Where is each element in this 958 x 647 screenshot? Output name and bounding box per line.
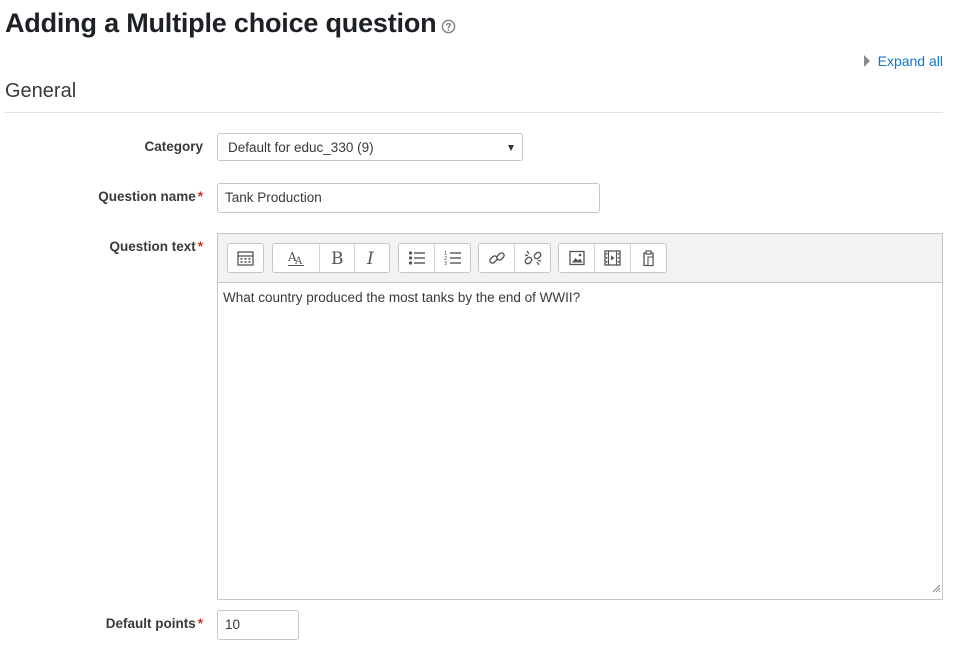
default-points-input[interactable]: 10 [217, 610, 299, 640]
category-label: Category [3, 139, 203, 154]
category-select-value: Default for educ_330 (9) [228, 140, 374, 155]
italic-icon[interactable]: I [355, 244, 389, 272]
caret-right-icon [863, 55, 870, 67]
default-points-label: Default points * [3, 616, 203, 631]
font-style-icon[interactable]: A A [273, 244, 320, 272]
default-points-value: 10 [225, 617, 241, 632]
page-title: Adding a Multiple choice question [5, 6, 456, 41]
page-title-text: Adding a Multiple choice question [5, 8, 437, 38]
question-text-label: Question text * [3, 239, 203, 254]
toolbar-group-toggle [227, 243, 264, 273]
question-name-value: Tank Production [225, 190, 322, 205]
bold-icon[interactable]: B [320, 244, 355, 272]
question-circle-icon[interactable] [441, 10, 456, 41]
question-text-content[interactable]: What country produced the most tanks by … [223, 290, 580, 305]
required-icon: * [197, 239, 203, 254]
question-edit-page: Adding a Multiple choice question Expand… [0, 0, 958, 647]
unordered-list-icon[interactable] [399, 244, 435, 272]
category-label-text: Category [144, 139, 203, 154]
toolbar-group-lists: 1 2 3 [398, 243, 471, 273]
image-icon[interactable] [559, 244, 595, 272]
toolbar-group-links [478, 243, 551, 273]
resize-handle-icon[interactable] [932, 580, 941, 598]
default-points-label-text: Default points [105, 616, 196, 631]
question-text-label-text: Question text [109, 239, 196, 254]
required-icon: * [197, 616, 203, 631]
toolbar-group-media [558, 243, 667, 273]
question-text-editor[interactable]: A A B I 1 2 3 What country produced the … [217, 233, 943, 600]
svg-text:B: B [331, 249, 344, 267]
link-icon[interactable] [479, 244, 515, 272]
question-name-label-text: Question name [98, 189, 196, 204]
category-select[interactable]: Default for educ_330 (9) [217, 133, 523, 161]
svg-text:3: 3 [444, 261, 447, 266]
section-general-heading[interactable]: General [5, 80, 76, 103]
expand-all-link[interactable]: Expand all [863, 53, 943, 69]
question-name-label: Question name * [3, 189, 203, 204]
question-name-input[interactable]: Tank Production [217, 183, 600, 213]
expand-all-label: Expand all [877, 53, 943, 69]
unlink-icon[interactable] [515, 244, 550, 272]
media-icon[interactable] [595, 244, 631, 272]
editor-toolbar: A A B I 1 2 3 [218, 234, 942, 283]
chevron-down-icon [508, 145, 514, 151]
manage-files-icon[interactable] [631, 244, 666, 272]
ordered-list-icon[interactable]: 1 2 3 [435, 244, 470, 272]
required-icon: * [197, 189, 203, 204]
toolbar-toggle-icon[interactable] [228, 244, 263, 272]
toolbar-group-style: A A B I [272, 243, 390, 273]
section-divider [5, 112, 943, 113]
svg-text:I: I [366, 249, 374, 267]
